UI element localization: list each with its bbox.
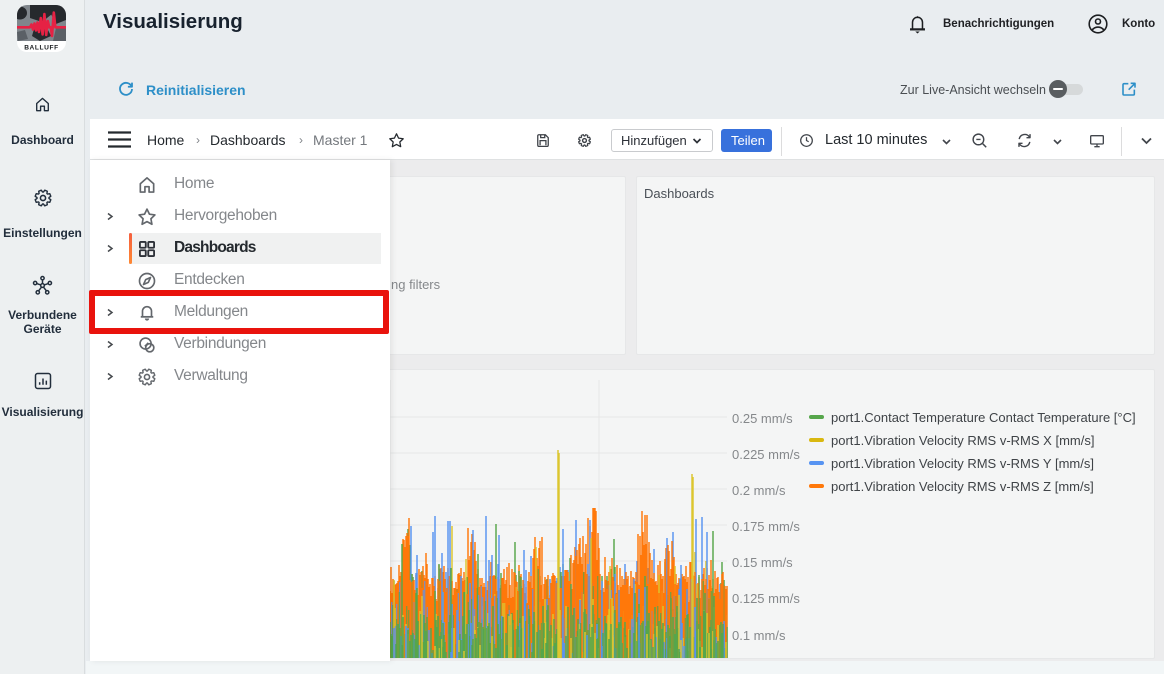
svg-text:BALLUFF: BALLUFF — [24, 45, 59, 52]
